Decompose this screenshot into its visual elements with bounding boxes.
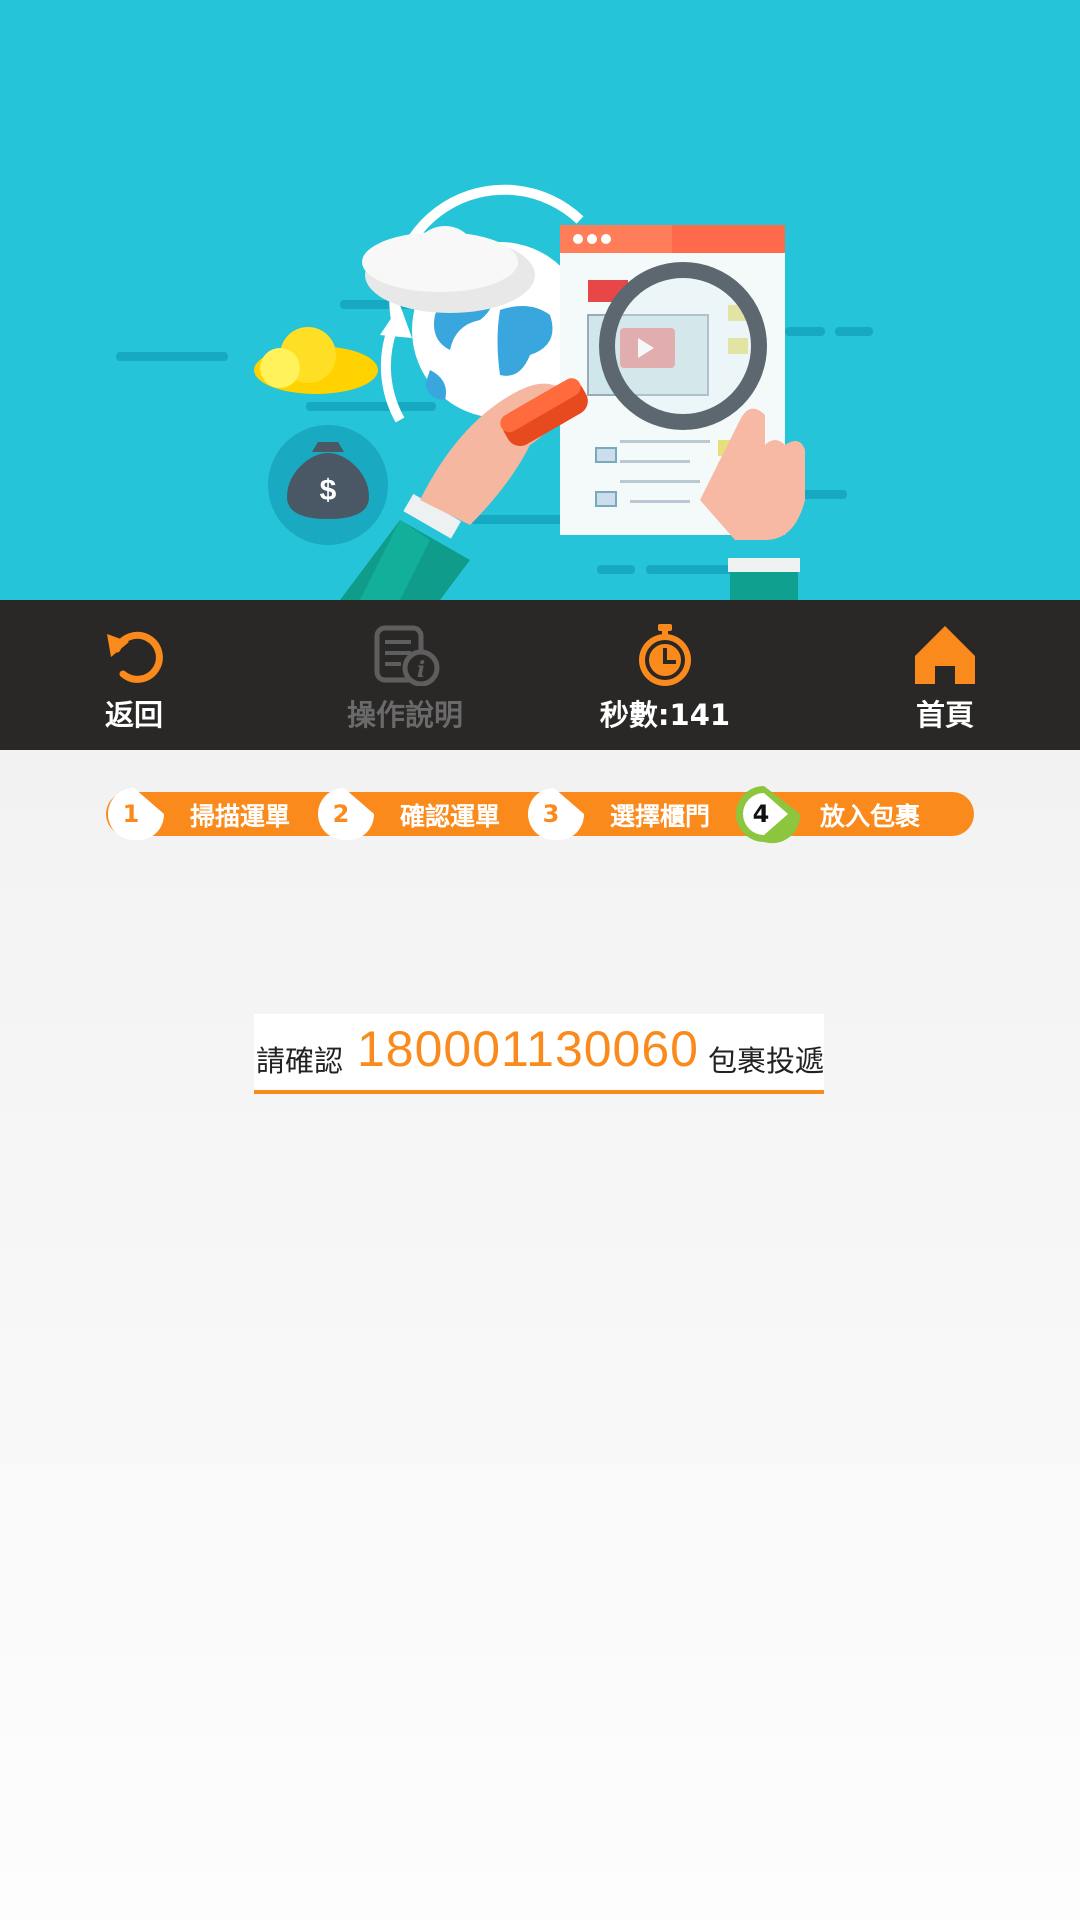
timer-label: 秒數:141 [599, 698, 731, 732]
timer-display: 秒數:141 [590, 600, 740, 750]
home-label: 首頁 [915, 698, 975, 732]
instructions-label: 操作說明 [346, 698, 464, 732]
step-label: 選擇櫃門 [610, 802, 711, 831]
progress-steps: 1 掃描運單 2 確認運單 3 選擇櫃門 4 放入包裹 [106, 786, 974, 844]
confirm-message: 請確認 180001130060 包裹投遞 [254, 1014, 824, 1094]
step-label: 放入包裹 [820, 802, 921, 831]
step-number: 4 [752, 800, 770, 828]
stopwatch-icon [639, 624, 691, 686]
confirm-prefix: 請確認 [256, 1044, 344, 1078]
top-toolbar: 返回 i 操作說明 秒數:141 首頁 [0, 600, 1080, 750]
home-icon [915, 626, 975, 684]
step-label: 掃描運單 [190, 802, 291, 831]
svg-text:$: $ [320, 474, 337, 507]
hero-banner: $ [0, 0, 1080, 600]
step-number: 2 [332, 800, 350, 828]
tracking-number: 180001130060 [357, 1021, 699, 1077]
home-button[interactable]: 首頁 [895, 600, 995, 750]
step-label: 確認運單 [400, 802, 501, 831]
svg-text:i: i [417, 657, 425, 683]
instructions-button[interactable]: i 操作說明 [330, 600, 480, 750]
back-label: 返回 [104, 698, 164, 732]
step-number: 1 [122, 800, 140, 828]
search-illustration: $ [116, 184, 873, 600]
back-button[interactable]: 返回 [84, 600, 184, 750]
confirm-suffix: 包裹投遞 [707, 1044, 824, 1078]
step-number: 3 [542, 800, 560, 828]
undo-icon [107, 631, 163, 683]
main-content: 1 掃描運單 2 確認運單 3 選擇櫃門 4 放入包裹 請確認 18000113… [0, 750, 1080, 1920]
document-info-icon: i [374, 625, 440, 686]
